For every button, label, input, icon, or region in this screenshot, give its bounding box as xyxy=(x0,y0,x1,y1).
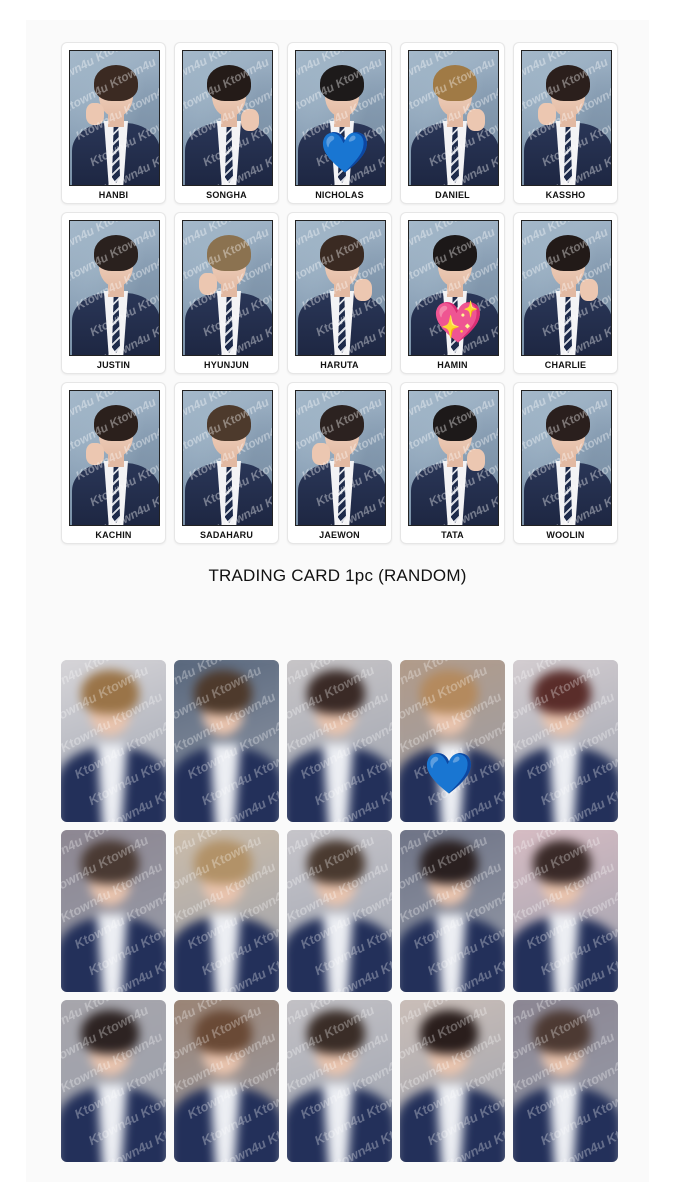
member-name: JAEWON xyxy=(319,530,360,540)
member-photo: Ktown4u Ktown4u Ktown4u Ktown4u Ktown4u Kt… xyxy=(69,220,160,356)
member-polaroid: Ktown4u Ktown4u Ktown4u Ktown4u Ktown4u Kt… xyxy=(174,382,279,544)
member-polaroid: Ktown4u Ktown4u Ktown4u Ktown4u Ktown4u Kt… xyxy=(513,382,618,544)
hair xyxy=(433,405,477,441)
member-photo: Ktown4u Ktown4u Ktown4u Ktown4u Ktown4u Kt… xyxy=(408,220,499,356)
hand xyxy=(467,109,485,131)
hair xyxy=(433,65,477,101)
member-photo: Ktown4u Ktown4u Ktown4u Ktown4u Ktown4u Kt… xyxy=(69,390,160,526)
blurred-trading-card: Ktown4u Ktown4u Ktown4u Ktown4u Ktown4u Kt… xyxy=(513,660,618,822)
blurred-trading-card: Ktown4u Ktown4u Ktown4u Ktown4u Ktown4u Kt… xyxy=(400,1000,505,1162)
blue-heart-sticker: 💙 xyxy=(320,131,370,175)
member-name: CHARLIE xyxy=(544,360,587,370)
member-photo: Ktown4u Ktown4u Ktown4u Ktown4u Ktown4u Kt… xyxy=(182,220,273,356)
hair xyxy=(433,235,477,271)
member-polaroid: Ktown4u Ktown4u Ktown4u Ktown4u Ktown4u Kt… xyxy=(61,382,166,544)
blurred-trading-card: Ktown4u Ktown4u Ktown4u Ktown4u Ktown4u Kt… xyxy=(400,660,505,822)
hair xyxy=(320,235,364,271)
member-name: DANIEL xyxy=(435,190,470,200)
blurred-trading-card: Ktown4u Ktown4u Ktown4u Ktown4u Ktown4u Kt… xyxy=(513,1000,618,1162)
hand xyxy=(354,279,372,301)
hair xyxy=(320,65,364,101)
blurred-trading-card: Ktown4u Ktown4u Ktown4u Ktown4u Ktown4u Kt… xyxy=(61,1000,166,1162)
blurred-trading-card: Ktown4u Ktown4u Ktown4u Ktown4u Ktown4u Kt… xyxy=(174,660,279,822)
member-photo: Ktown4u Ktown4u Ktown4u Ktown4u Ktown4u Kt… xyxy=(295,50,386,186)
member-polaroid: Ktown4u Ktown4u Ktown4u Ktown4u Ktown4u Kt… xyxy=(61,42,166,204)
hand xyxy=(241,109,259,131)
member-photo: Ktown4u Ktown4u Ktown4u Ktown4u Ktown4u Kt… xyxy=(408,50,499,186)
member-name: WOOLIN xyxy=(546,530,585,540)
member-name: NICHOLAS xyxy=(315,190,364,200)
member-name: HARUTA xyxy=(320,360,359,370)
hand xyxy=(86,443,104,465)
blurred-trading-card: Ktown4u Ktown4u Ktown4u Ktown4u Ktown4u Kt… xyxy=(287,660,392,822)
member-photo: Ktown4u Ktown4u Ktown4u Ktown4u Ktown4u Kt… xyxy=(521,220,612,356)
blue-heart-sticker: 💙 xyxy=(424,752,474,796)
blurred-trading-card: Ktown4u Ktown4u Ktown4u Ktown4u Ktown4u Kt… xyxy=(287,830,392,992)
hand xyxy=(580,279,598,301)
member-photo: Ktown4u Ktown4u Ktown4u Ktown4u Ktown4u Kt… xyxy=(69,50,160,186)
member-polaroid: Ktown4u Ktown4u Ktown4u Ktown4u Ktown4u Kt… xyxy=(174,212,279,374)
hair xyxy=(207,405,251,441)
blurred-trading-card: Ktown4u Ktown4u Ktown4u Ktown4u Ktown4u Kt… xyxy=(174,830,279,992)
member-photo: Ktown4u Ktown4u Ktown4u Ktown4u Ktown4u Kt… xyxy=(182,50,273,186)
member-name: HYUNJUN xyxy=(204,360,249,370)
member-name: KASSHO xyxy=(545,190,586,200)
member-polaroid: Ktown4u Ktown4u Ktown4u Ktown4u Ktown4u Kt… xyxy=(287,382,392,544)
member-polaroid: Ktown4u Ktown4u Ktown4u Ktown4u Ktown4u Kt… xyxy=(513,42,618,204)
trading-card-grid: Ktown4u Ktown4u Ktown4u Ktown4u Ktown4u Kt… xyxy=(61,660,618,1162)
trading-card-caption: TRADING CARD 1pc (RANDOM) xyxy=(208,566,467,585)
member-photo: Ktown4u Ktown4u Ktown4u Ktown4u Ktown4u Kt… xyxy=(182,390,273,526)
hair xyxy=(546,405,590,441)
hand xyxy=(467,449,485,471)
hair xyxy=(207,235,251,271)
hair xyxy=(320,405,364,441)
hair xyxy=(94,65,138,101)
member-name: SONGHA xyxy=(206,190,247,200)
member-name: TATA xyxy=(441,530,464,540)
member-photo: Ktown4u Ktown4u Ktown4u Ktown4u Ktown4u Kt… xyxy=(521,390,612,526)
blurred-trading-card: Ktown4u Ktown4u Ktown4u Ktown4u Ktown4u Kt… xyxy=(174,1000,279,1162)
member-photo: Ktown4u Ktown4u Ktown4u Ktown4u Ktown4u Kt… xyxy=(295,390,386,526)
member-polaroid: Ktown4u Ktown4u Ktown4u Ktown4u Ktown4u Kt… xyxy=(400,382,505,544)
blurred-trading-card: Ktown4u Ktown4u Ktown4u Ktown4u Ktown4u Kt… xyxy=(61,830,166,992)
hand xyxy=(199,273,217,295)
member-polaroid: Ktown4u Ktown4u Ktown4u Ktown4u Ktown4u Kt… xyxy=(400,212,505,374)
member-name: HANBI xyxy=(98,190,129,200)
hand xyxy=(538,103,556,125)
hair xyxy=(94,405,138,441)
member-polaroid: Ktown4u Ktown4u Ktown4u Ktown4u Ktown4u Kt… xyxy=(513,212,618,374)
member-photo: Ktown4u Ktown4u Ktown4u Ktown4u Ktown4u Kt… xyxy=(521,50,612,186)
member-polaroid: Ktown4u Ktown4u Ktown4u Ktown4u Ktown4u Kt… xyxy=(61,212,166,374)
member-polaroid-grid: Ktown4u Ktown4u Ktown4u Ktown4u Ktown4u Kt… xyxy=(61,42,618,544)
hair xyxy=(94,235,138,271)
member-name: HAMIN xyxy=(437,360,468,370)
member-polaroid: Ktown4u Ktown4u Ktown4u Ktown4u Ktown4u Kt… xyxy=(287,212,392,374)
member-photo: Ktown4u Ktown4u Ktown4u Ktown4u Ktown4u Kt… xyxy=(408,390,499,526)
hair xyxy=(546,65,590,101)
hand xyxy=(86,103,104,125)
member-name: SADAHARU xyxy=(199,530,254,540)
blurred-trading-card: Ktown4u Ktown4u Ktown4u Ktown4u Ktown4u Kt… xyxy=(61,660,166,822)
blurred-trading-card: Ktown4u Ktown4u Ktown4u Ktown4u Ktown4u Kt… xyxy=(400,830,505,992)
member-name: JUSTIN xyxy=(96,360,131,370)
blurred-trading-card: Ktown4u Ktown4u Ktown4u Ktown4u Ktown4u Kt… xyxy=(513,830,618,992)
blurred-trading-card: Ktown4u Ktown4u Ktown4u Ktown4u Ktown4u Kt… xyxy=(287,1000,392,1162)
hair xyxy=(207,65,251,101)
member-polaroid: Ktown4u Ktown4u Ktown4u Ktown4u Ktown4u Kt… xyxy=(174,42,279,204)
product-sheet: Ktown4u Ktown4u Ktown4u Ktown4u Ktown4u Kt… xyxy=(26,20,649,1182)
member-polaroid: Ktown4u Ktown4u Ktown4u Ktown4u Ktown4u Kt… xyxy=(287,42,392,204)
hair xyxy=(546,235,590,271)
member-photo: Ktown4u Ktown4u Ktown4u Ktown4u Ktown4u Kt… xyxy=(295,220,386,356)
sparkling-heart-sticker: 💖 xyxy=(433,301,483,345)
member-polaroid: Ktown4u Ktown4u Ktown4u Ktown4u Ktown4u Kt… xyxy=(400,42,505,204)
hand xyxy=(312,443,330,465)
member-name: KACHIN xyxy=(95,530,132,540)
